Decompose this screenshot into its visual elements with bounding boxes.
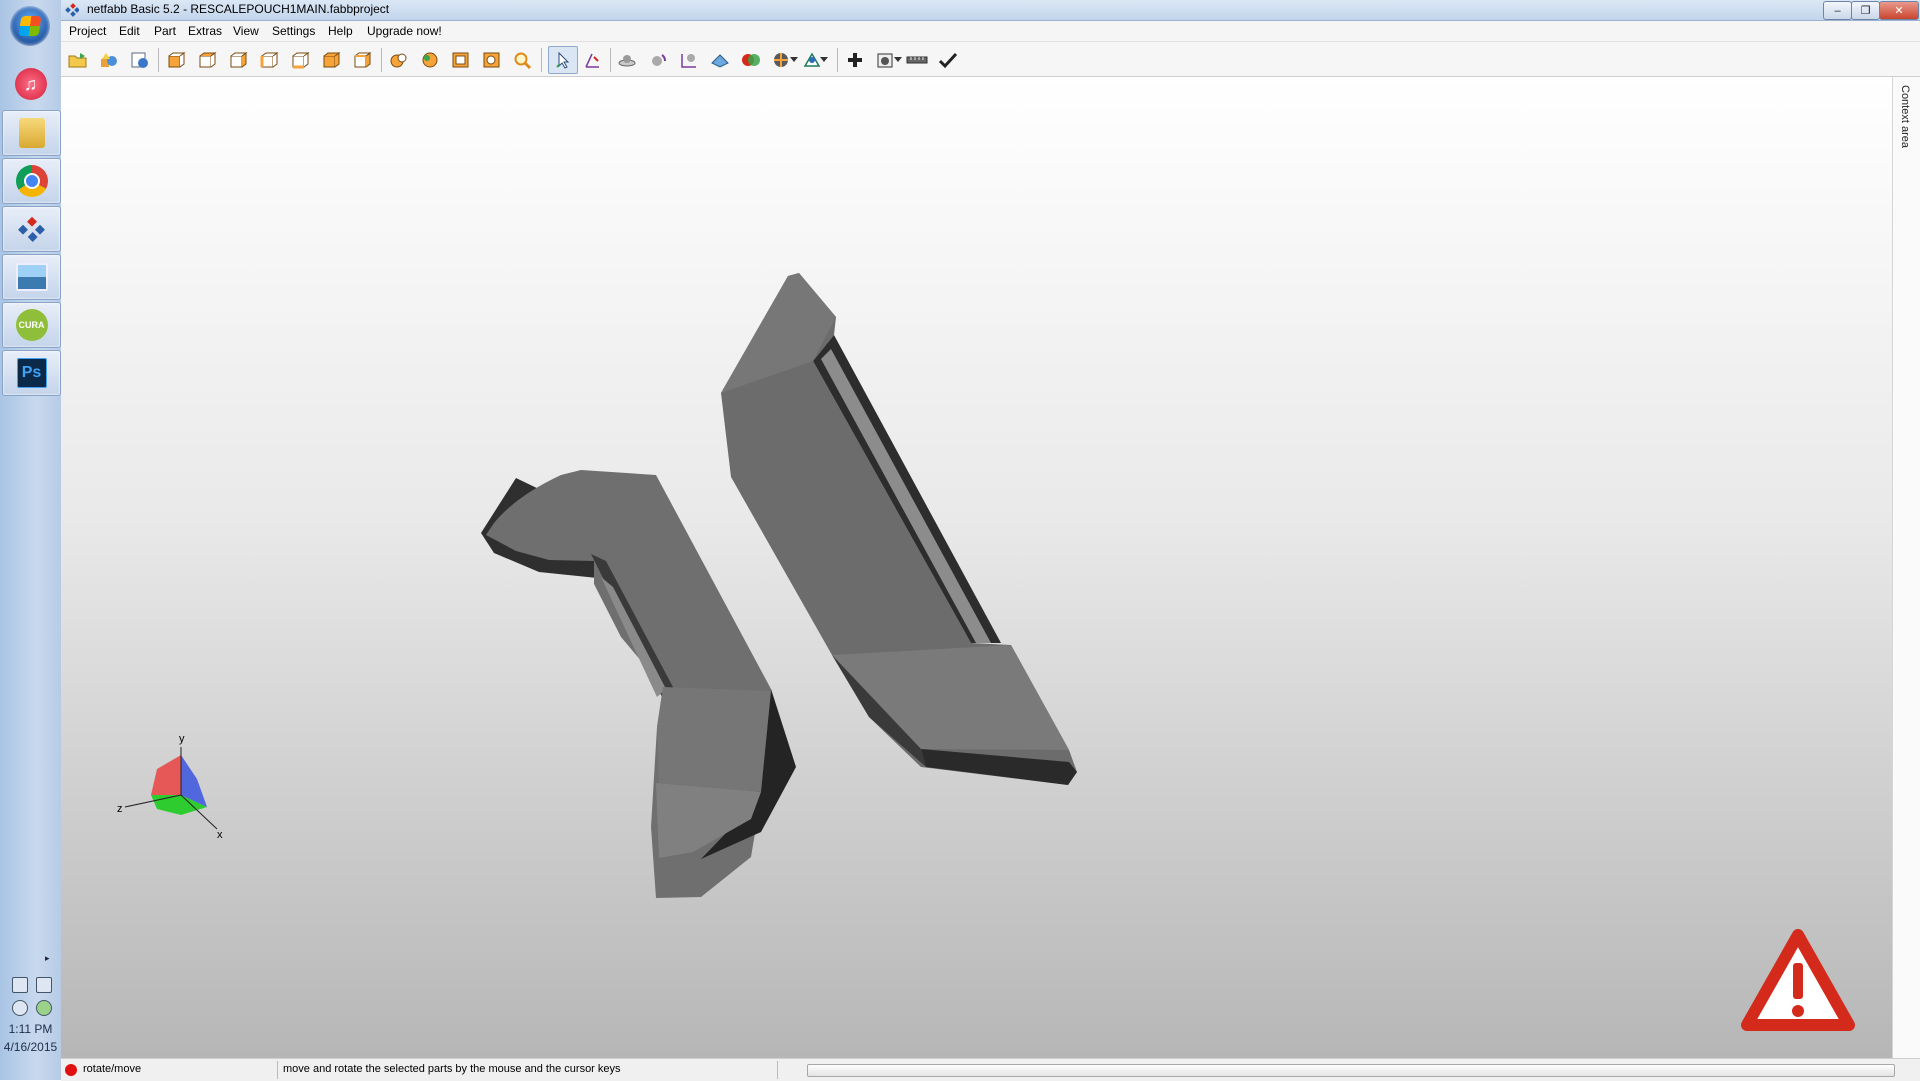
view-top-icon[interactable] <box>289 49 311 71</box>
menu-project[interactable]: Project <box>69 24 106 38</box>
axis-gizmo[interactable]: y z x <box>117 733 227 847</box>
menu-view[interactable]: View <box>233 24 259 38</box>
3d-viewport[interactable]: y z x <box>61 77 1892 1058</box>
ruler-icon[interactable] <box>906 49 928 71</box>
show-hidden-icons-chevron-icon[interactable]: ▸ <box>45 953 50 964</box>
menu-edit[interactable]: Edit <box>119 24 140 38</box>
rotate-part-icon[interactable] <box>647 49 669 71</box>
repair-dropdown-chevron-down-icon[interactable] <box>819 49 829 71</box>
sync-icon[interactable] <box>36 1000 52 1016</box>
toolbar-separator <box>610 48 611 72</box>
mesh-analysis-dropdown-chevron-down-icon[interactable] <box>789 49 799 71</box>
menu-settings[interactable]: Settings <box>272 24 315 38</box>
axis-gizmo-graphic <box>124 747 218 830</box>
zoom-fit-icon[interactable] <box>450 49 472 71</box>
taskbar-app-netfabb[interactable] <box>2 206 61 252</box>
close-button[interactable]: ✕ <box>1879 1 1919 20</box>
add-part-icon[interactable] <box>98 49 120 71</box>
taskbar-app-cura[interactable]: CURA <box>2 302 61 348</box>
taskbar-app-photoshop[interactable]: Ps <box>2 350 61 396</box>
context-area-panel[interactable]: Context area <box>1892 77 1920 1058</box>
menu-bar: Project Edit Part Extras View Settings H… <box>61 21 1920 42</box>
toolbar-separator <box>541 48 542 72</box>
boolean-operations-icon[interactable] <box>740 49 762 71</box>
shading-color-icon[interactable] <box>419 49 441 71</box>
menu-upgrade-now[interactable]: Upgrade now! <box>367 24 442 38</box>
menu-extras[interactable]: Extras <box>188 24 222 38</box>
warning-icon[interactable] <box>1741 929 1855 1033</box>
taskbar-app-photo-viewer[interactable] <box>2 254 61 300</box>
arrange-parts-icon[interactable] <box>709 49 731 71</box>
view-right-icon[interactable] <box>258 49 280 71</box>
shading-solid-icon[interactable] <box>388 49 410 71</box>
status-mode-text: rotate/move <box>83 1063 142 1075</box>
toolbar-separator <box>158 48 159 72</box>
taskbar-app-file-explorer[interactable] <box>2 110 61 156</box>
zoom-selection-icon[interactable] <box>481 49 503 71</box>
itunes-icon: ♫ <box>14 68 47 100</box>
action-center-icon[interactable] <box>12 977 28 993</box>
restore-button[interactable]: ❐ <box>1851 1 1880 20</box>
view-perspective-icon[interactable] <box>351 49 373 71</box>
start-button[interactable] <box>10 6 50 46</box>
progress-bar <box>807 1064 1895 1077</box>
netfabb-window: netfabb Basic 5.2 - RESCALEPOUCH1MAIN.fa… <box>61 0 1920 1081</box>
volume-icon[interactable] <box>12 1000 28 1016</box>
toolbar-separator <box>837 48 838 72</box>
windows-taskbar: ♫ CURA Ps ▸ 1:11 PM 4/16/2015 <box>0 0 62 1080</box>
taskbar-app-chrome[interactable] <box>2 158 61 204</box>
toolbar-separator <box>381 48 382 72</box>
view-bottom-icon[interactable] <box>320 49 342 71</box>
taskbar-app-itunes[interactable]: ♫ <box>2 62 59 106</box>
menu-help[interactable]: Help <box>328 24 353 38</box>
axis-label-z: z <box>117 803 123 815</box>
open-project-icon[interactable] <box>67 49 89 71</box>
view-back-icon[interactable] <box>196 49 218 71</box>
checkmark-icon[interactable] <box>937 49 959 71</box>
axis-label-y: y <box>179 733 185 745</box>
add-icon[interactable] <box>844 49 866 71</box>
menu-part[interactable]: Part <box>154 24 176 38</box>
title-bar[interactable]: netfabb Basic 5.2 - RESCALEPOUCH1MAIN.fa… <box>61 0 1920 21</box>
minimize-button[interactable]: – <box>1823 1 1852 20</box>
window-title: netfabb Basic 5.2 - RESCALEPOUCH1MAIN.fa… <box>87 2 390 16</box>
cut-plane-icon[interactable] <box>616 49 638 71</box>
export-dropdown-chevron-down-icon[interactable] <box>893 49 903 71</box>
photoshop-icon: Ps <box>16 358 47 388</box>
status-bar: rotate/move move and rotate the selected… <box>61 1058 1920 1081</box>
status-separator <box>277 1061 278 1079</box>
status-hint-text: move and rotate the selected parts by th… <box>283 1063 621 1075</box>
status-separator <box>777 1061 778 1079</box>
axis-label-x: x <box>217 829 223 841</box>
clock-time[interactable]: 1:11 PM <box>0 1022 61 1036</box>
zoom-icon[interactable] <box>512 49 534 71</box>
scene-canvas[interactable] <box>61 77 1892 1058</box>
view-left-icon[interactable] <box>227 49 249 71</box>
chrome-icon <box>15 165 48 197</box>
part-info-icon[interactable] <box>129 49 151 71</box>
app-logo-icon <box>65 3 79 17</box>
photo-viewer-icon <box>15 263 48 291</box>
part-left[interactable] <box>481 470 796 898</box>
network-icon[interactable] <box>36 977 52 993</box>
folder-icon <box>18 118 45 148</box>
status-indicator-icon <box>65 1064 77 1076</box>
view-front-icon[interactable] <box>165 49 187 71</box>
netfabb-icon <box>17 216 45 242</box>
cura-icon: CURA <box>15 309 48 341</box>
toolbar <box>61 42 1920 77</box>
clock-date[interactable]: 4/16/2015 <box>0 1040 61 1054</box>
select-rotate-move-tool-icon[interactable] <box>548 46 578 74</box>
measure-axis-icon[interactable] <box>581 49 603 71</box>
scale-part-icon[interactable] <box>678 49 700 71</box>
context-area-label: Context area <box>1899 85 1911 148</box>
